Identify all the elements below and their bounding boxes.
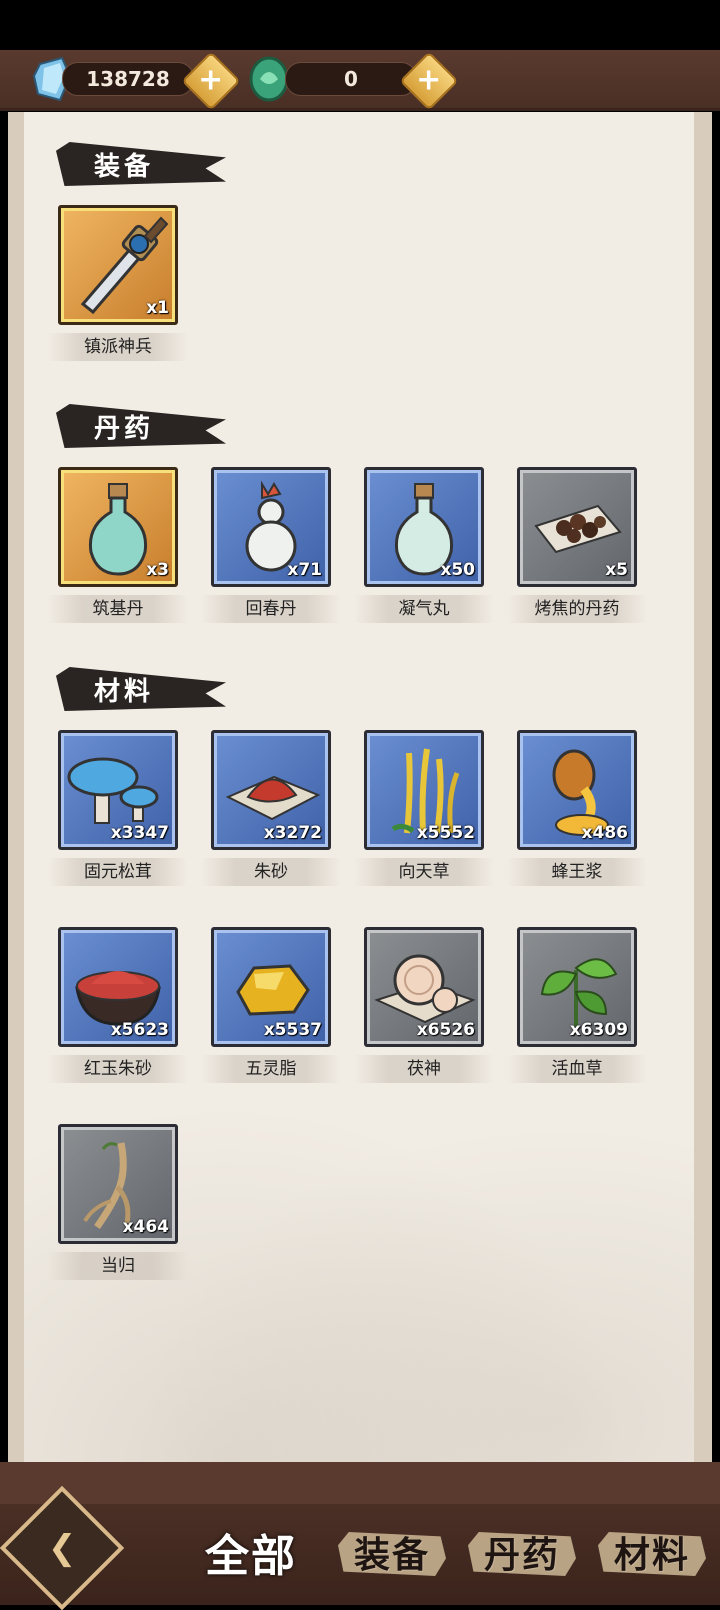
item-quantity: x5537 [263,1020,322,1040]
item-quantity: x6526 [416,1020,475,1040]
item-quantity: x5623 [110,1020,169,1040]
item-tile[interactable]: x50 [364,467,484,587]
item-tile[interactable]: x464 [58,1124,178,1244]
item-slot[interactable]: x5537 五灵脂 [201,927,341,1102]
item-name: 烤焦的丹药 [507,595,647,623]
crystal-amount: 138728 [62,62,194,96]
item-quantity: x50 [440,560,475,580]
bottom-tab-bar: ❮ 全部 装备 丹药 材料 [0,1462,720,1610]
section-title-pills: 丹药 [56,404,226,448]
item-tile[interactable]: x5552 [364,730,484,850]
item-name: 镇派神兵 [48,333,188,361]
item-quantity: x464 [122,1217,169,1237]
item-slot[interactable]: x50 凝气丸 [354,467,494,642]
item-tile[interactable]: x3347 [58,730,178,850]
item-slot[interactable]: x3272 朱砂 [201,730,341,905]
tab-equipment[interactable]: 装备 [338,1522,446,1582]
tab-all[interactable]: 全部 [186,1522,316,1582]
item-slot[interactable]: x6526 茯神 [354,927,494,1102]
inventory-panel[interactable]: 装备 x1 镇派神兵 丹药 x3 筑基丹 x71 回春丹 x50 凝气丸 x5 … [8,112,712,1462]
currency-bar: 138728 + 0 + [0,50,720,111]
item-slot[interactable]: x464 当归 [48,1124,188,1299]
add-crystal-button[interactable]: + [181,51,241,111]
item-name: 向天草 [354,858,494,886]
item-name: 五灵脂 [201,1055,341,1083]
item-tile[interactable]: x5537 [211,927,331,1047]
item-tile[interactable]: x486 [517,730,637,850]
item-quantity: x486 [581,823,628,843]
item-slot[interactable]: x5 烤焦的丹药 [507,467,647,642]
item-slot[interactable]: x5552 向天草 [354,730,494,905]
item-tile[interactable]: x3272 [211,730,331,850]
item-tile[interactable]: x1 [58,205,178,325]
section-title-materials: 材料 [56,667,226,711]
item-quantity: x5552 [416,823,475,843]
item-name: 当归 [48,1252,188,1280]
item-tile[interactable]: x5 [517,467,637,587]
item-name: 固元松茸 [48,858,188,886]
item-name: 活血草 [507,1055,647,1083]
tab-materials[interactable]: 材料 [598,1522,706,1582]
item-slot[interactable]: x3 筑基丹 [48,467,188,642]
item-slot[interactable]: x71 回春丹 [201,467,341,642]
item-slot[interactable]: x6309 活血草 [507,927,647,1102]
item-tile[interactable]: x71 [211,467,331,587]
item-name: 凝气丸 [354,595,494,623]
item-quantity: x3347 [110,823,169,843]
tab-pills[interactable]: 丹药 [468,1522,576,1582]
item-quantity: x3272 [263,823,322,843]
item-slot[interactable]: x3347 固元松茸 [48,730,188,905]
item-quantity: x5 [605,560,628,580]
item-slot[interactable]: x5623 红玉朱砂 [48,927,188,1102]
item-name: 回春丹 [201,595,341,623]
item-quantity: x3 [146,560,169,580]
item-name: 茯神 [354,1055,494,1083]
item-name: 朱砂 [201,858,341,886]
item-quantity: x71 [287,560,322,580]
item-name: 蜂王浆 [507,858,647,886]
jade-amount: 0 [285,62,417,96]
item-tile[interactable]: x6526 [364,927,484,1047]
item-slot[interactable]: x486 蜂王浆 [507,730,647,905]
back-arrow-icon: ❮ [47,1528,77,1568]
item-tile[interactable]: x6309 [517,927,637,1047]
item-name: 筑基丹 [48,595,188,623]
add-jade-button[interactable]: + [399,51,459,111]
item-quantity: x1 [146,298,169,318]
item-tile[interactable]: x5623 [58,927,178,1047]
item-quantity: x6309 [569,1020,628,1040]
item-tile[interactable]: x3 [58,467,178,587]
item-name: 红玉朱砂 [48,1055,188,1083]
item-slot[interactable]: x1 镇派神兵 [48,205,188,380]
section-title-equipment: 装备 [56,142,226,186]
